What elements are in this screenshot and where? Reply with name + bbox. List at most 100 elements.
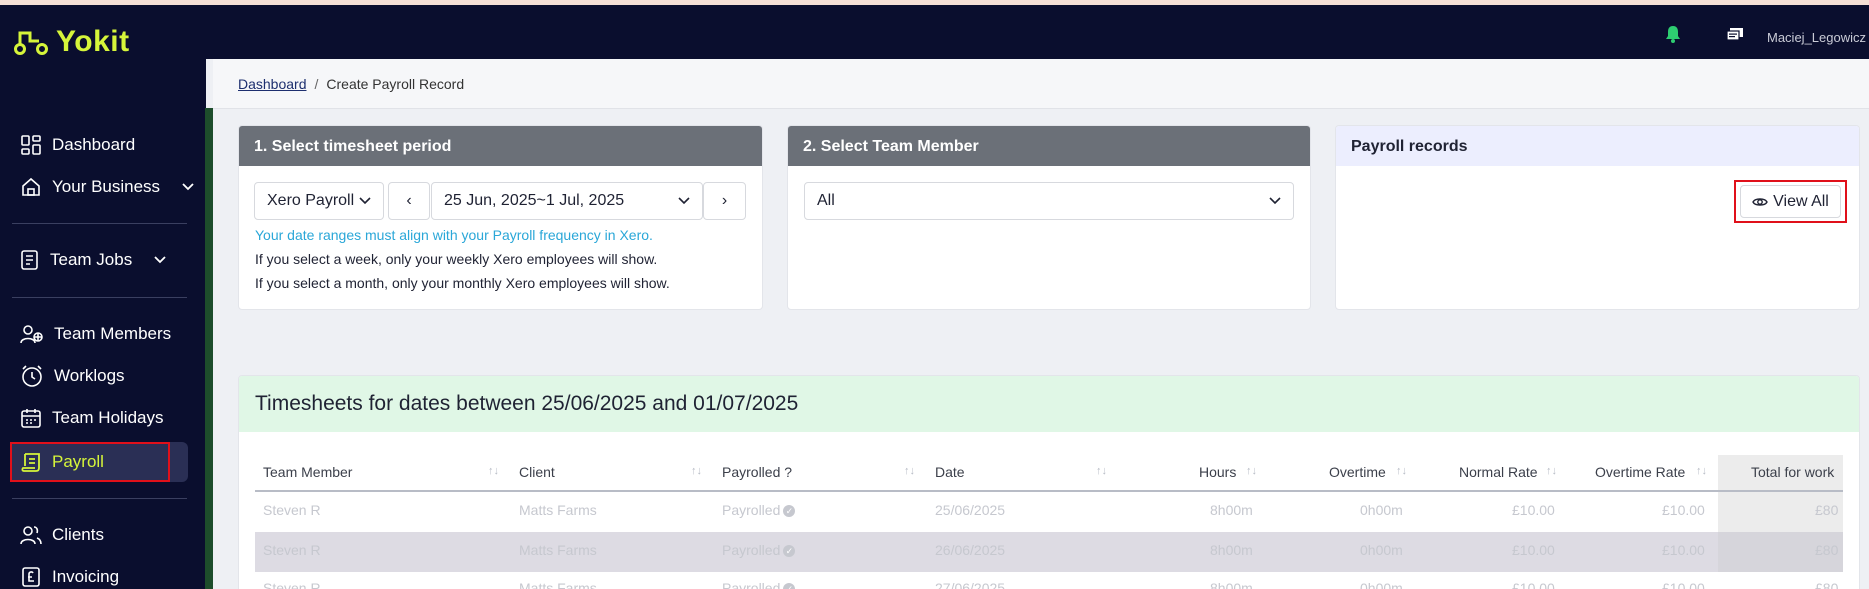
sort-icon[interactable]: ↑↓ [691,465,702,477]
column-header-payrolled[interactable]: Payrolled ? [722,464,792,480]
chevron-right-icon: › [721,192,728,209]
chevron-left-icon: ‹ [406,192,412,209]
sort-icon[interactable]: ↑↓ [488,465,499,477]
sidebar-scrollbar[interactable] [205,108,213,589]
team-members-icon [20,325,43,344]
xero-frequency-notice: Your date ranges must align with your Pa… [255,227,653,243]
sidebar-item-team-holidays[interactable]: Team Holidays [20,403,164,433]
home-icon [22,177,40,196]
chevron-down-icon [182,183,194,191]
chevron-down-icon [359,197,371,205]
column-header-overtime-rate[interactable]: Overtime Rate [1595,464,1685,480]
cell-hours: 8h00m [1210,502,1253,518]
sidebar-item-clients[interactable]: Clients [20,520,104,550]
column-header-total[interactable]: Total for work [1751,464,1834,480]
breadcrumb: Dashboard / Create Payroll Record [238,76,464,92]
cell-normal-rate: £10.00 [1512,542,1555,558]
sort-icon[interactable]: ↑↓ [1096,465,1107,477]
select-value: Xero Payroll [267,192,355,209]
previous-period-button[interactable]: ‹ [388,182,430,220]
jobs-icon [21,250,38,270]
check-icon: ✓ [783,505,796,518]
cell-payrolled: Payrolled✓ [722,502,796,518]
column-header-date[interactable]: Date [935,464,965,480]
table-row[interactable] [255,572,1843,589]
breadcrumb-dashboard-link[interactable]: Dashboard [238,76,307,92]
sidebar-divider [12,498,187,499]
card-title: 2. Select Team Member [788,126,1310,166]
table-row[interactable] [255,532,1843,572]
card-title: 1. Select timesheet period [239,126,762,166]
sidebar-item-invoicing[interactable]: Invoicing [20,562,119,589]
dashboard-icon [21,135,41,155]
select-value: 25 Jun, 2025~1 Jul, 2025 [444,192,625,209]
weekly-note: If you select a week, only your weekly X… [255,251,658,267]
cell-hours: 8h00m [1210,542,1253,558]
payroll-highlight-box [10,442,170,482]
view-all-button[interactable]: View All [1740,185,1841,218]
check-icon: ✓ [783,583,796,589]
clients-icon [20,526,42,545]
sort-icon[interactable]: ↑↓ [904,465,915,477]
chat-icon[interactable] [1726,27,1744,43]
cell-client: Matts Farms [519,542,597,558]
monthly-note: If you select a month, only your monthly… [255,275,670,291]
invoice-icon [22,567,40,587]
sidebar-item-worklogs[interactable]: Worklogs [20,361,125,391]
sidebar-item-label: Worklogs [54,366,125,385]
next-period-button[interactable]: › [703,182,746,220]
card-title: Payroll records [1336,126,1859,166]
sidebar-item-label: Clients [52,525,104,544]
sort-icon[interactable]: ↑↓ [1246,465,1257,477]
timesheets-title: Timesheets for dates between 25/06/2025 … [239,376,1859,432]
cell-team-member: Steven R [263,580,321,589]
view-all-label: View All [1773,192,1829,210]
logo-mark-icon [14,31,48,55]
top-navbar: Yokit Maciej_Legowicz [0,5,1869,59]
cell-team-member: Steven R [263,502,321,518]
calendar-icon [21,409,41,428]
sidebar-item-label: Invoicing [52,567,120,586]
sidebar-divider [12,297,187,298]
sidebar-item-your-business[interactable]: Your Business [20,172,194,202]
chevron-down-icon [678,197,690,205]
sidebar-item-dashboard[interactable]: Dashboard [20,130,135,160]
breadcrumb-current: Create Payroll Record [326,76,465,92]
sidebar-item-label: Your Business [52,177,161,196]
cell-overtime: 0h00m [1360,502,1403,518]
cell-normal-rate: £10.00 [1512,502,1555,518]
cell-payrolled: Payrolled✓ [722,542,796,558]
sidebar-item-team-jobs[interactable]: Team Jobs [20,245,166,275]
cell-normal-rate: £10.00 [1512,580,1555,589]
sidebar-item-label: Dashboard [52,135,136,154]
team-member-select[interactable]: All [804,182,1294,220]
check-icon: ✓ [783,545,796,558]
date-range-select[interactable]: 25 Jun, 2025~1 Jul, 2025 [431,182,703,220]
cell-total: £80 [1815,502,1839,518]
payroll-source-select[interactable]: Xero Payroll [254,182,384,220]
cell-client: Matts Farms [519,502,597,518]
sidebar-item-team-members[interactable]: Team Members [20,319,171,349]
cell-date: 26/06/2025 [935,542,1006,558]
column-header-overtime[interactable]: Overtime [1329,464,1386,480]
column-header-hours[interactable]: Hours [1199,464,1236,480]
bell-icon[interactable] [1665,25,1681,43]
cell-hours: 8h00m [1210,580,1253,589]
cell-total: £80 [1815,542,1839,558]
user-menu[interactable]: Maciej_Legowicz [1767,30,1866,45]
cell-overtime: 0h00m [1360,580,1403,589]
column-header-client[interactable]: Client [519,464,555,480]
eye-icon [1752,197,1768,206]
chevron-down-icon [154,256,166,264]
sort-icon[interactable]: ↑↓ [1696,465,1707,477]
app-logo[interactable]: Yokit [14,27,130,57]
select-value: All [817,192,835,209]
column-header-team-member[interactable]: Team Member [263,464,352,480]
sort-icon[interactable]: ↑↓ [1546,465,1557,477]
column-header-normal-rate[interactable]: Normal Rate [1459,464,1538,480]
cell-overtime-rate: £10.00 [1662,580,1705,589]
sort-icon[interactable]: ↑↓ [1396,465,1407,477]
cell-date: 25/06/2025 [935,502,1006,518]
cell-total: £80 [1815,580,1839,589]
table-row[interactable] [255,492,1843,532]
